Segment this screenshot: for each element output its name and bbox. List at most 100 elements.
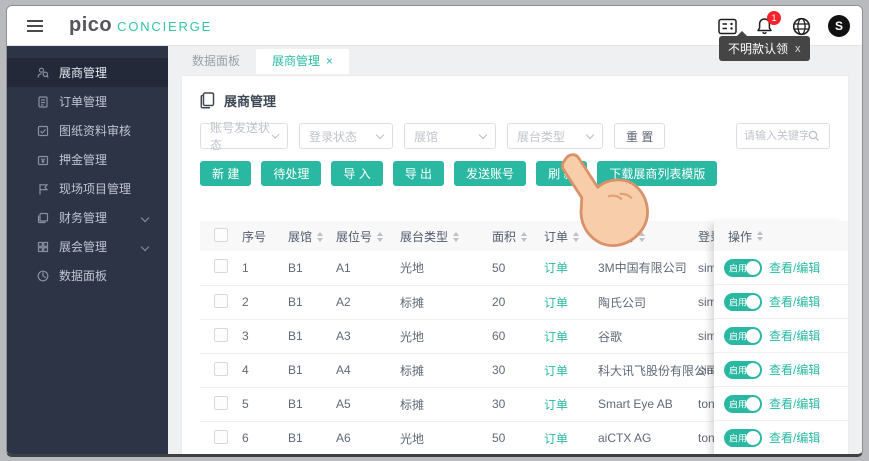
sidebar-item-order-mgmt[interactable]: 订单管理 — [7, 87, 168, 116]
tab-exhibitor-mgmt[interactable]: 展商管理 × — [256, 49, 350, 74]
enable-toggle[interactable]: 启用 — [724, 258, 762, 277]
col-booth[interactable]: 展位号 — [328, 221, 392, 251]
pending-button[interactable]: 待处理 — [261, 161, 322, 186]
operation-row: 启用 查看/编辑 — [714, 353, 848, 387]
refresh-button[interactable]: 刷 新 — [536, 161, 588, 186]
cell-exhibitor-name: 陶氏公司 — [590, 285, 690, 320]
col-area[interactable]: 面积 — [484, 221, 536, 251]
table-row: 1 B1 A1 光地 50 订单 3M中国有限公司 simo — [200, 251, 800, 286]
cell-booth: A4 — [328, 353, 392, 388]
col-hall[interactable]: 展馆 — [280, 221, 328, 251]
col-operation[interactable]: 操作 — [714, 221, 848, 251]
table-header-row: 序号 展馆 展位号 展台类型 面积 订单 展商名 登录名 — [200, 221, 800, 251]
sidebar-item-data-dashboard[interactable]: 数据面板 — [7, 261, 168, 290]
view-edit-link[interactable]: 查看/编辑 — [769, 395, 820, 412]
cell-serial — [234, 455, 280, 457]
new-button[interactable]: 新 建 — [200, 161, 252, 186]
order-link[interactable]: 订单 — [544, 432, 568, 446]
import-button[interactable]: 导 入 — [331, 161, 383, 186]
enable-toggle[interactable]: 启用 — [724, 292, 762, 311]
filter-hall[interactable]: 展馆 — [404, 123, 496, 149]
row-checkbox[interactable] — [214, 395, 228, 410]
cell-exhibitor-name: 科大讯飞股份有限公司 — [590, 353, 718, 388]
order-link[interactable]: 订单 — [544, 398, 568, 412]
order-link[interactable]: 订单 — [544, 261, 568, 275]
order-link[interactable]: 订单 — [544, 296, 568, 310]
hamburger-menu-icon[interactable] — [27, 17, 43, 35]
user-avatar[interactable]: S — [828, 15, 850, 37]
enable-toggle[interactable]: 启用 — [724, 360, 762, 379]
filter-account-send-status[interactable]: 账号发送状态 — [200, 121, 288, 152]
send-account-button[interactable]: 发送账号 — [454, 161, 527, 186]
row-checkbox[interactable] — [214, 327, 228, 342]
tab-close-icon[interactable]: × — [326, 54, 333, 68]
drawing-review-icon — [37, 125, 49, 137]
col-booth-type[interactable]: 展台类型 — [392, 221, 484, 251]
filter-booth-type[interactable]: 展台类型 — [507, 123, 603, 149]
cell-booth-type: 标摊 — [392, 285, 484, 320]
cell-area: 30 — [484, 387, 536, 422]
view-edit-link[interactable]: 查看/编辑 — [769, 361, 820, 378]
tab-data-dashboard[interactable]: 数据面板 — [176, 49, 256, 74]
view-edit-link[interactable]: 查看/编辑 — [769, 429, 820, 446]
view-edit-link[interactable]: 查看/编辑 — [769, 259, 820, 276]
order-link[interactable]: 订单 — [544, 364, 568, 378]
col-exhibitor-name[interactable]: 展商名 — [590, 221, 690, 251]
download-exhibitor-list-template-button[interactable]: 下载展商列表模版 — [597, 161, 718, 186]
search-icon[interactable] — [808, 130, 820, 142]
col-order[interactable]: 订单 — [536, 221, 590, 251]
notification-bell-icon[interactable]: 1 — [754, 11, 781, 36]
operation-row: 启用 查看/编辑 — [714, 285, 848, 319]
cell-serial: 3 — [234, 319, 280, 354]
cell-booth: A3 — [328, 319, 392, 354]
enable-toggle[interactable]: 启用 — [724, 428, 762, 447]
sidebar-item-drawing-review[interactable]: 图纸资料审核 — [7, 116, 168, 145]
sidebar-item-onsite-project-mgmt[interactable]: 现场项目管理 — [7, 174, 168, 203]
cell-area: 20 — [484, 285, 536, 320]
sidebar-item-deposit-mgmt[interactable]: 押金管理 — [7, 145, 168, 174]
enable-toggle[interactable]: 启用 — [724, 394, 762, 413]
sidebar-item-label: 押金管理 — [59, 153, 108, 167]
sort-icon[interactable] — [453, 232, 460, 243]
deposit-icon — [37, 154, 49, 166]
sidebar-item-exhibitor-mgmt[interactable]: 展商管理 — [7, 58, 168, 87]
cell-area: 50 — [484, 251, 536, 286]
logo-text-concierge: CONCIERGE — [117, 19, 213, 34]
cell-booth-type: 光地 — [392, 421, 484, 454]
row-checkbox[interactable] — [214, 259, 228, 274]
operation-rows: 启用 查看/编辑 启用 查看/编辑 启用 查看/编辑 启用 查看/编辑 启用 查… — [714, 251, 848, 454]
select-all-checkbox[interactable] — [214, 227, 228, 242]
row-checkbox[interactable] — [214, 293, 228, 308]
view-edit-link[interactable]: 查看/编辑 — [769, 293, 820, 310]
action-button-row: 新 建 待处理 导 入 导 出 发送账号 刷 新 下载展商列表模版 — [200, 161, 830, 186]
tooltip-close-icon[interactable]: x — [795, 43, 801, 55]
row-checkbox[interactable] — [214, 361, 228, 376]
reset-button[interactable]: 重 置 — [614, 123, 666, 149]
content-card: 展商管理 账号发送状态 登录状态 展馆 展台类型 重 置 请输入关键字 新 建 … — [181, 75, 849, 457]
finance-icon — [37, 212, 49, 224]
export-button[interactable]: 导 出 — [392, 161, 445, 186]
view-edit-link[interactable]: 查看/编辑 — [769, 327, 820, 344]
sort-icon[interactable] — [757, 231, 764, 241]
sidebar-item-label: 图纸资料审核 — [59, 124, 132, 138]
table-body: 1 B1 A1 光地 50 订单 3M中国有限公司 simo 2 B1 A2 标… — [200, 251, 800, 457]
app-logo: pico CONCIERGE — [69, 14, 212, 37]
sort-icon[interactable] — [573, 232, 580, 243]
cell-exhibitor-name: 上海艾拉比智能科技有 — [590, 455, 690, 457]
sort-icon[interactable] — [317, 232, 324, 243]
cell-hall: B1 — [280, 353, 328, 388]
sidebar-item-finance-mgmt[interactable]: 财务管理 — [7, 203, 168, 232]
enable-toggle[interactable]: 启用 — [724, 326, 762, 345]
sort-icon[interactable] — [639, 232, 646, 243]
sort-icon[interactable] — [377, 232, 384, 243]
sidebar-item-exhibition-mgmt[interactable]: 展会管理 — [7, 232, 168, 261]
filter-login-status[interactable]: 登录状态 — [299, 123, 393, 149]
cell-hall: B1 — [280, 319, 328, 354]
language-globe-icon[interactable] — [791, 16, 811, 36]
toggle-knob — [746, 430, 760, 445]
row-checkbox[interactable] — [214, 429, 228, 444]
search-input[interactable] — [744, 130, 808, 142]
sort-icon[interactable] — [521, 232, 528, 243]
order-link[interactable]: 订单 — [544, 330, 568, 344]
claim-payment-icon[interactable] — [717, 16, 737, 36]
